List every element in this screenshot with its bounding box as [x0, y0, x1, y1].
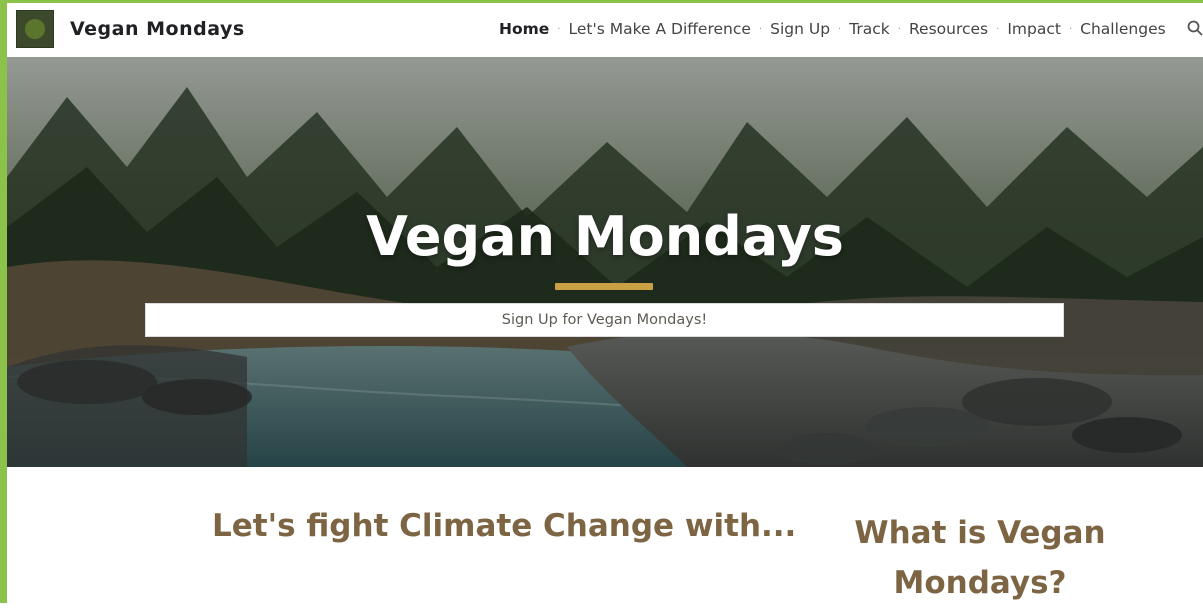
- main-nav: Home · Let's Make A Difference · Sign Up…: [499, 20, 1166, 38]
- hero-accent-line: [555, 283, 653, 290]
- page-frame-left: [0, 0, 7, 603]
- nav-separator: ·: [557, 23, 561, 35]
- nav-item-challenges[interactable]: Challenges: [1080, 20, 1166, 38]
- nav-item-difference[interactable]: Let's Make A Difference: [568, 20, 750, 38]
- site-logo[interactable]: [16, 10, 54, 48]
- hero-banner: Vegan Mondays Sign Up for Vegan Mondays!: [7, 57, 1203, 467]
- search-icon[interactable]: [1187, 19, 1203, 39]
- nav-item-home[interactable]: Home: [499, 20, 549, 38]
- nav-separator: ·: [996, 23, 1000, 35]
- nav-item-signup[interactable]: Sign Up: [770, 20, 830, 38]
- hero-title: Vegan Mondays: [366, 205, 844, 268]
- nav-item-resources[interactable]: Resources: [909, 20, 988, 38]
- site-title[interactable]: Vegan Mondays: [70, 18, 245, 40]
- left-section-heading: Let's fight Climate Change with...: [212, 508, 797, 544]
- nav-separator: ·: [897, 23, 901, 35]
- right-section-heading: What is Vegan Mondays?: [854, 515, 1106, 601]
- site-header: Vegan Mondays Home · Let's Make A Differ…: [7, 3, 1203, 57]
- nav-separator: ·: [1068, 23, 1073, 35]
- nav-separator: ·: [758, 23, 763, 35]
- nav-item-impact[interactable]: Impact: [1007, 20, 1061, 38]
- signup-button[interactable]: Sign Up for Vegan Mondays!: [145, 303, 1064, 337]
- nav-item-track[interactable]: Track: [849, 20, 890, 38]
- nav-separator: ·: [838, 23, 842, 35]
